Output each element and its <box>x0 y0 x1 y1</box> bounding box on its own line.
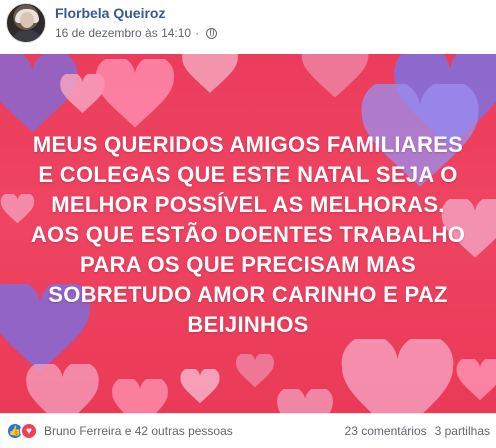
love-icon: ♥ <box>20 422 38 440</box>
shares-count[interactable]: 3 partilhas <box>435 424 490 438</box>
reactions-text[interactable]: Bruno Ferreira e 42 outras pessoas <box>44 424 233 438</box>
reactions-summary[interactable]: 👍 ♥ Bruno Ferreira e 42 outras pessoas <box>6 422 233 440</box>
comments-count[interactable]: 23 comentários <box>345 424 427 438</box>
post-background[interactable]: MEUS QUERIDOS AMIGOS FAMILIARES E COLEGA… <box>0 54 496 413</box>
heart-decoration <box>235 354 275 388</box>
heart-decoration <box>110 379 170 413</box>
heart-decoration <box>180 54 240 94</box>
heart-decoration <box>340 339 455 413</box>
author-name[interactable]: Florbela Queiroz <box>55 5 165 21</box>
heart-decoration <box>455 359 496 401</box>
post-date[interactable]: 16 de dezembro às 14:10 <box>55 26 191 40</box>
globe-icon[interactable] <box>206 27 218 39</box>
post-stats-bar: 👍 ♥ Bruno Ferreira e 42 outras pessoas 2… <box>0 413 496 448</box>
heart-decoration <box>180 369 220 404</box>
heart-decoration <box>275 389 335 413</box>
avatar[interactable] <box>6 3 46 43</box>
post-meta: 16 de dezembro às 14:10 · <box>55 26 218 40</box>
post-text: MEUS QUERIDOS AMIGOS FAMILIARES E COLEGA… <box>30 132 466 337</box>
heart-decoration <box>25 364 100 413</box>
heart-decoration <box>95 59 175 129</box>
post-header: Florbela Queiroz 16 de dezembro às 14:10… <box>0 0 496 54</box>
